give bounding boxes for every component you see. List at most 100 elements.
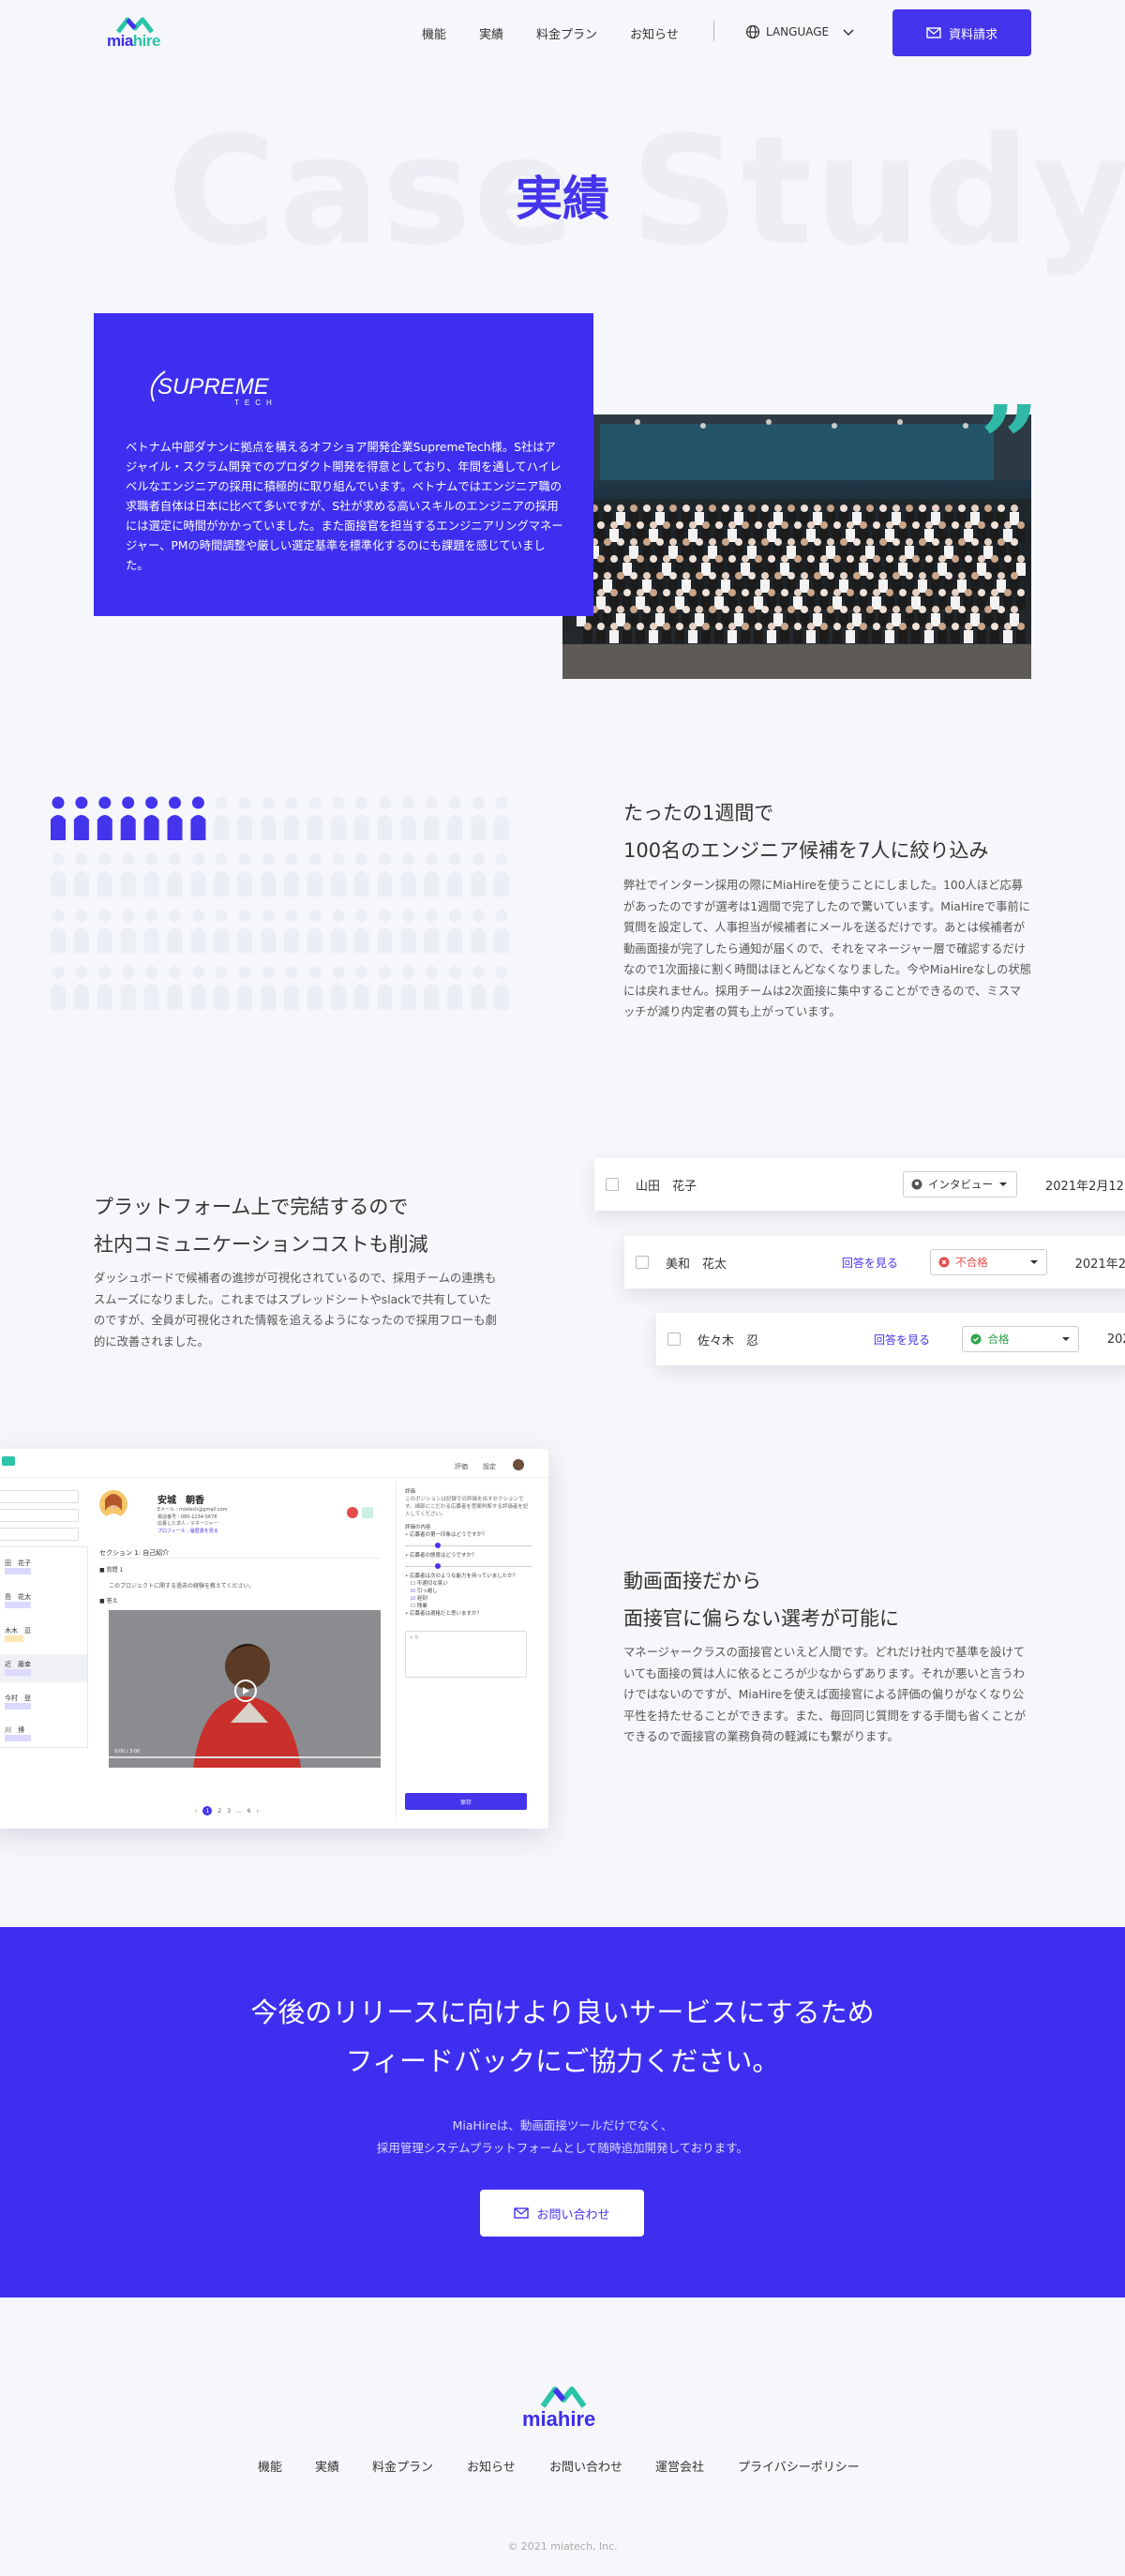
candidate-row[interactable]: 美和 花太 回答を見る 不合格 2021年2月 [624,1236,1125,1288]
crowd-person [977,529,986,542]
crowd-person-head [971,606,979,613]
filter-select[interactable] [0,1509,79,1522]
section-select[interactable]: セクション 1: 自己紹介 [99,1548,169,1558]
crowd-person [596,529,606,542]
crowd-person [1016,630,1026,643]
crowd-person [898,563,908,576]
view-answer-link[interactable]: 回答を見る [874,1332,963,1348]
crowd-person-head [820,623,828,630]
checkbox-item[interactable]: ☑ 引っ越し [411,1588,532,1595]
app-top-link[interactable]: 評価 [455,1462,468,1471]
logo[interactable]: miahire [107,17,163,51]
status-select[interactable]: 合格 [962,1326,1079,1352]
list-item[interactable]: 木木 忍 [5,1626,31,1635]
eval-slider[interactable] [405,1559,532,1569]
page-number[interactable]: 2 [218,1808,221,1815]
checkbox-item[interactable]: ☑ 遅刻 [411,1595,532,1603]
avatar[interactable] [513,1459,524,1470]
crowd-person-head [860,589,867,596]
person-icon [97,852,112,897]
footer-nav-features[interactable]: 機能 [258,2457,282,2475]
status-badge [5,1703,31,1710]
footer-nav-contact[interactable]: お問い合わせ [549,2457,622,2475]
reject-button[interactable] [347,1507,358,1518]
crowd-person-head [774,572,782,580]
crowd-person [754,630,763,643]
crowd-person-head [932,606,939,613]
crowd-person-head [781,521,788,529]
nav-news[interactable]: お知らせ [630,24,679,42]
request-docs-button[interactable]: 資料請求 [892,9,1031,56]
checkbox-item[interactable]: ☐ 不適切な笑い [411,1580,532,1588]
page-number[interactable]: 6 [248,1808,251,1815]
crowd-person [734,546,743,559]
status-select[interactable]: インタビュー [903,1171,1017,1198]
cta-title: 今後のリリースに向けより良いサービスにするため フィードバックにご協力ください。 [0,1988,1125,2086]
crowd-person [885,563,894,576]
slider-handle[interactable] [435,1543,441,1548]
crowd-person-head [807,589,815,596]
crowd-person-head [696,606,703,613]
footer-logo[interactable]: miahire [522,2385,605,2431]
filter-select[interactable] [0,1490,79,1503]
crowd-person [970,546,980,559]
footer-nav-pricing[interactable]: 料金プラン [372,2457,433,2475]
page-number[interactable]: 3 [227,1808,231,1815]
row-checkbox[interactable] [668,1333,681,1346]
crowd-person [1003,630,1012,643]
candidate-info-line[interactable]: プロフィール : 履歴書を見る [158,1529,227,1536]
list-item[interactable]: 田 花子 [5,1559,31,1568]
crowd-person [800,580,809,593]
crowd-person-head [833,589,841,596]
eval-slider[interactable] [405,1539,532,1548]
crowd-person [885,529,894,542]
crowd-person [636,529,645,542]
list-item[interactable]: 島 花太 [5,1592,31,1602]
nav-features[interactable]: 機能 [422,24,446,42]
checkbox-item[interactable]: ☐ 残業 [411,1603,532,1610]
crowd-person [596,563,606,576]
candidate-info-line: 応募した求人 : マネージャー [158,1521,218,1527]
person-icon [330,910,346,954]
footer-nav-cases[interactable]: 実績 [315,2457,339,2475]
crowd-person-head [676,623,683,630]
list-item[interactable]: 今村 登 [5,1694,31,1703]
crowd-person-head [702,555,710,563]
checkbox-label: 引っ越し [416,1589,438,1594]
app-top-link[interactable]: 設定 [483,1462,496,1471]
footer-nav-company[interactable]: 運営会社 [655,2457,704,2475]
contact-button-label: お問い合わせ [536,2207,610,2222]
save-button[interactable]: 保存 [405,1793,527,1810]
copyright: © 2021 miatech, Inc. [507,2540,618,2553]
nav-pricing[interactable]: 料金プラン [536,24,597,42]
pagination-next[interactable]: › [257,1808,259,1815]
nav-cases[interactable]: 実績 [479,24,503,42]
candidate-row[interactable]: 佐々木 忍 回答を見る 合格 2021 [656,1313,1125,1365]
slider-handle[interactable] [435,1563,441,1569]
row-checkbox[interactable] [636,1256,649,1269]
language-selector[interactable]: LANGUAGE [745,23,855,41]
candidate-list: 田 花子 島 花太 木木 忍 近 藤幸 今村 登 川 博 [0,1546,88,1748]
cta-title-line: 今後のリリースに向けより良いサービスにするため [250,1996,875,2028]
status-select[interactable]: 不合格 [930,1249,1047,1275]
memo-textarea[interactable]: メモ [405,1631,527,1678]
approve-button[interactable] [362,1507,373,1518]
list-item[interactable]: 川 博 [5,1725,24,1735]
search-input[interactable] [0,1528,79,1541]
play-icon[interactable] [234,1680,257,1702]
footer-nav-news[interactable]: お知らせ [467,2457,516,2475]
row-checkbox[interactable] [606,1178,619,1191]
crowd-person-head [682,505,690,512]
list-item[interactable]: 近 藤幸 [5,1660,31,1669]
crowd-person [655,580,665,593]
view-answer-link[interactable]: 回答を見る [842,1255,930,1271]
footer-nav-privacy[interactable]: プライバシーポリシー [738,2457,860,2475]
crowd-person [609,563,619,576]
contact-button[interactable]: お問い合わせ [480,2190,644,2237]
crowd-person [609,630,619,643]
video-player[interactable]: 0:00 / 3:00 [109,1610,381,1768]
page-number[interactable]: 1 [202,1806,213,1815]
crowd-person-head [709,606,716,613]
pagination-prev[interactable]: ‹ [195,1808,197,1815]
candidate-row[interactable]: 山田 花子 インタビュー 2021年2月12日 [594,1158,1125,1211]
